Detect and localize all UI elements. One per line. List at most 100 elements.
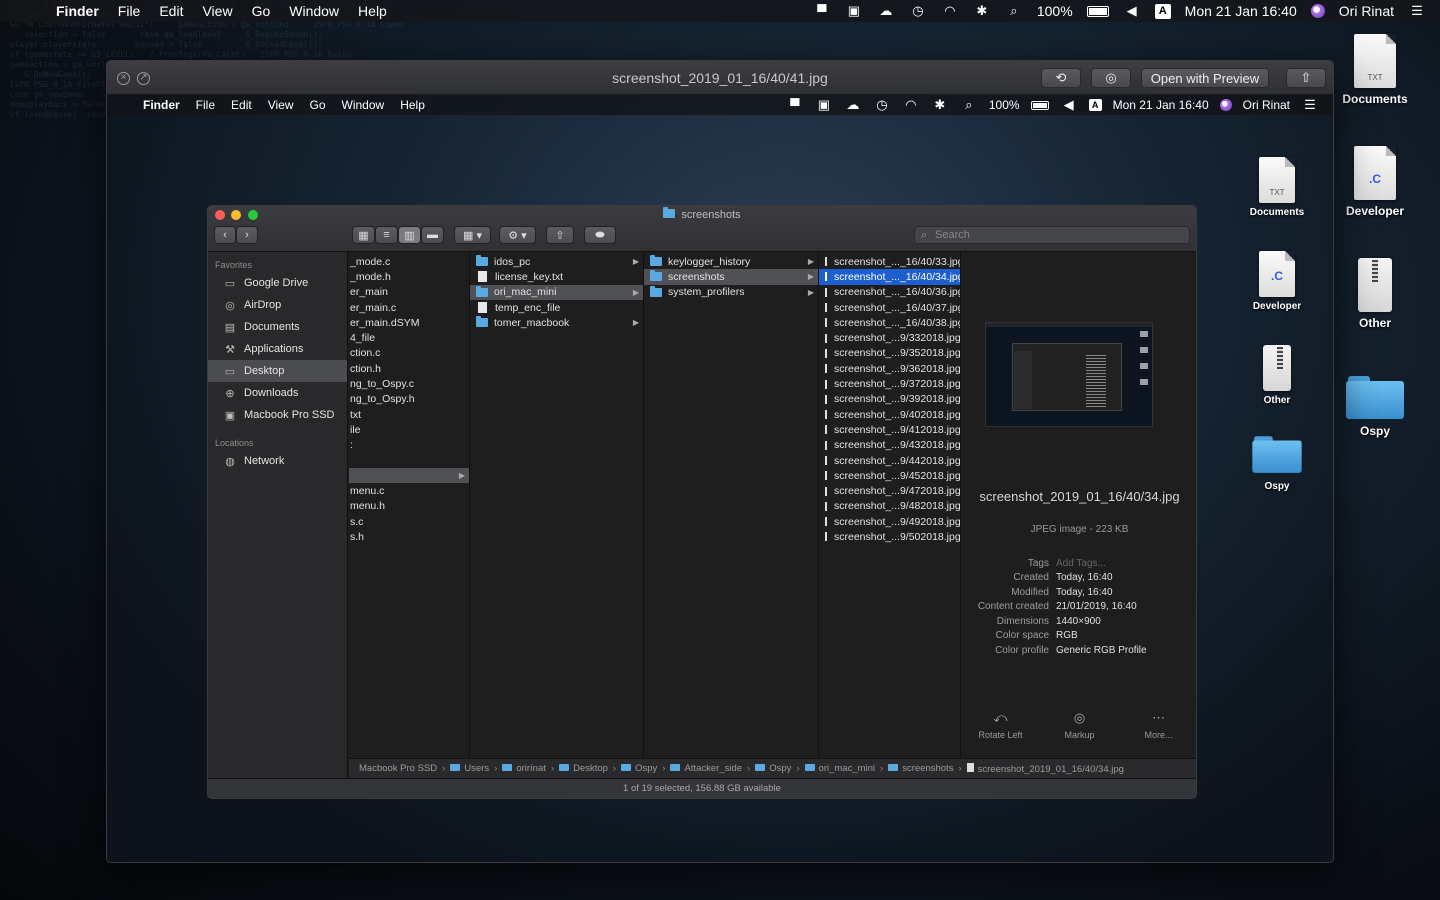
sidebar-item-applications[interactable]: ⚒ Applications bbox=[208, 338, 347, 360]
path-segment[interactable]: Users bbox=[450, 763, 489, 774]
path-segment[interactable]: Ospy bbox=[621, 763, 657, 774]
share-button[interactable]: ⇧ bbox=[546, 226, 574, 244]
list-item[interactable]: er_main bbox=[349, 285, 469, 300]
file-row[interactable]: screenshot_...9/402018.jpg bbox=[819, 407, 960, 422]
list-item[interactable]: er_main.dSYM bbox=[349, 315, 469, 330]
list-item[interactable]: 4_file bbox=[349, 330, 469, 345]
file-row[interactable]: screenshot_...9/482018.jpg bbox=[819, 499, 960, 514]
file-row[interactable]: screenshot_...9/362018.jpg bbox=[819, 361, 960, 376]
menu-edit[interactable]: Edit bbox=[159, 3, 183, 19]
list-item[interactable]: ction.h bbox=[349, 361, 469, 376]
sidebar-item-desktop[interactable]: ▭ Desktop bbox=[208, 360, 347, 382]
desktop-icon-ospy[interactable]: Ospy bbox=[1330, 376, 1420, 438]
battery-percent[interactable]: 100% bbox=[1037, 3, 1073, 19]
sidebar-item-macbook-pro-ssd[interactable]: ▣ Macbook Pro SSD bbox=[208, 404, 347, 426]
path-segment[interactable]: Desktop bbox=[559, 763, 608, 774]
list-item[interactable]: ction.c bbox=[349, 346, 469, 361]
wifi-icon[interactable]: ◠ bbox=[941, 3, 959, 19]
menu-file[interactable]: File bbox=[118, 3, 141, 19]
list-item[interactable]: txt bbox=[349, 407, 469, 422]
rotate-button[interactable]: ⟲ bbox=[1041, 68, 1081, 88]
spotlight-search-icon[interactable]: ⌕ bbox=[1005, 3, 1023, 19]
sidebar-item-documents[interactable]: ▤ Documents bbox=[208, 316, 347, 338]
path-segment[interactable]: Attacker_side bbox=[670, 763, 742, 774]
list-item[interactable]: _mode.c bbox=[349, 254, 469, 269]
list-item[interactable]: ile bbox=[349, 422, 469, 437]
file-row[interactable]: screenshot_...9/452018.jpg bbox=[819, 468, 960, 483]
file-row[interactable]: screenshot_..._16/40/38.jpg bbox=[819, 315, 960, 330]
back-button[interactable]: ‹ bbox=[214, 226, 236, 244]
list-item[interactable]: system_profilers ▶ bbox=[644, 285, 818, 300]
list-item[interactable]: s.c bbox=[349, 514, 469, 529]
file-row[interactable]: screenshot_..._16/40/37.jpg bbox=[819, 300, 960, 315]
file-row[interactable]: screenshot_...9/432018.jpg bbox=[819, 438, 960, 453]
file-row[interactable]: screenshot_...9/502018.jpg bbox=[819, 529, 960, 544]
list-item[interactable]: ng_to_Ospy.c bbox=[349, 376, 469, 391]
notifications-icon[interactable]: ▀ bbox=[813, 3, 831, 19]
user-avatar-icon[interactable] bbox=[1310, 4, 1325, 18]
file-row[interactable]: screenshot_...9/492018.jpg bbox=[819, 514, 960, 529]
markup-button[interactable]: ◎ bbox=[1091, 68, 1131, 88]
database-icon[interactable]: ▣ bbox=[845, 3, 863, 19]
list-item[interactable]: screenshots ▶ bbox=[644, 269, 818, 285]
open-with-preview-button[interactable]: Open with Preview bbox=[1141, 68, 1269, 88]
list-item[interactable]: ori_mac_mini ▶ bbox=[470, 284, 643, 300]
notification-center-icon[interactable]: ☰ bbox=[1408, 3, 1426, 19]
file-row[interactable]: screenshot_...9/332018.jpg bbox=[819, 330, 960, 345]
more-button[interactable]: ⋯ More... bbox=[1124, 710, 1194, 740]
sidebar-item-network[interactable]: ◍ Network bbox=[208, 450, 347, 472]
list-item[interactable] bbox=[349, 453, 469, 468]
list-item[interactable]: _mode.h bbox=[349, 269, 469, 284]
gallery-view-button[interactable]: ▬ bbox=[421, 226, 444, 244]
search-input[interactable]: ⌕ Search bbox=[914, 226, 1190, 244]
desktop-icon-documents[interactable]: TXT Documents bbox=[1330, 34, 1420, 106]
rotate-left-button[interactable]: ⤺ Rotate Left bbox=[966, 710, 1036, 740]
file-row[interactable]: screenshot_..._16/40/36.jpg bbox=[819, 285, 960, 300]
path-segment[interactable]: ori_mac_mini bbox=[804, 763, 875, 774]
list-item[interactable]: keylogger_history ▶ bbox=[644, 254, 818, 269]
action-button[interactable]: ⚙ ▾ bbox=[499, 226, 536, 244]
list-item[interactable]: menu.h bbox=[349, 499, 469, 514]
tags-button[interactable]: ⬬ bbox=[584, 226, 616, 244]
file-row[interactable]: screenshot_..._16/40/34.jpg bbox=[819, 269, 960, 285]
add-tags-field[interactable]: Add Tags... bbox=[1056, 558, 1106, 569]
path-segment[interactable]: screenshot_2019_01_16/40/34.jpg bbox=[966, 762, 1124, 775]
list-item[interactable]: er_main.c bbox=[349, 300, 469, 315]
desktop-icon-other[interactable]: Other bbox=[1330, 258, 1420, 330]
menu-view[interactable]: View bbox=[202, 3, 232, 19]
path-segment[interactable]: Macbook Pro SSD bbox=[359, 763, 437, 774]
list-item[interactable]: license_key.txt bbox=[470, 269, 643, 284]
battery-icon[interactable] bbox=[1086, 5, 1109, 17]
path-segment[interactable]: Ospy bbox=[755, 763, 791, 774]
sidebar-item-google-drive[interactable]: ▭ Google Drive bbox=[208, 272, 347, 294]
list-item[interactable]: : bbox=[349, 438, 469, 453]
file-row[interactable]: screenshot_...9/412018.jpg bbox=[819, 422, 960, 437]
sidebar-item-downloads[interactable]: ⊕ Downloads bbox=[208, 382, 347, 404]
menu-window[interactable]: Window bbox=[289, 3, 339, 19]
file-row[interactable]: screenshot_...9/442018.jpg bbox=[819, 453, 960, 468]
list-item[interactable]: idos_pc ▶ bbox=[470, 254, 643, 269]
sidebar-item-airdrop[interactable]: ◎ AirDrop bbox=[208, 294, 347, 316]
icon-view-button[interactable]: ▦ bbox=[352, 226, 375, 244]
list-item[interactable]: ng_to_Ospy.h bbox=[349, 392, 469, 407]
menu-app-name[interactable]: Finder bbox=[56, 3, 99, 19]
menu-clock[interactable]: Mon 21 Jan 16:40 bbox=[1185, 3, 1297, 19]
list-item[interactable]: temp_enc_file bbox=[470, 300, 643, 315]
group-button[interactable]: ▦ ▾ bbox=[454, 226, 491, 244]
share-button[interactable]: ⇧ bbox=[1286, 68, 1326, 88]
file-row[interactable]: screenshot_...9/392018.jpg bbox=[819, 392, 960, 407]
file-row[interactable]: screenshot_..._16/40/33.jpg bbox=[819, 254, 960, 269]
cloud-upload-icon[interactable]: ☁ bbox=[877, 3, 895, 19]
list-item[interactable]: tomer_macbook ▶ bbox=[470, 315, 643, 330]
forward-button[interactable]: › bbox=[236, 226, 258, 244]
list-item[interactable]: s.h bbox=[349, 529, 469, 544]
column-view-button[interactable]: ▥ bbox=[398, 226, 421, 244]
file-row[interactable]: screenshot_...9/372018.jpg bbox=[819, 376, 960, 391]
time-machine-icon[interactable]: ◷ bbox=[909, 3, 927, 19]
list-item[interactable]: menu.c bbox=[349, 483, 469, 498]
file-row[interactable]: screenshot_...9/352018.jpg bbox=[819, 346, 960, 361]
list-item[interactable]: ▶ bbox=[349, 468, 469, 484]
markup-button[interactable]: ◎ Markup bbox=[1045, 710, 1115, 740]
menu-go[interactable]: Go bbox=[252, 3, 271, 19]
list-view-button[interactable]: ≡ bbox=[375, 226, 398, 244]
